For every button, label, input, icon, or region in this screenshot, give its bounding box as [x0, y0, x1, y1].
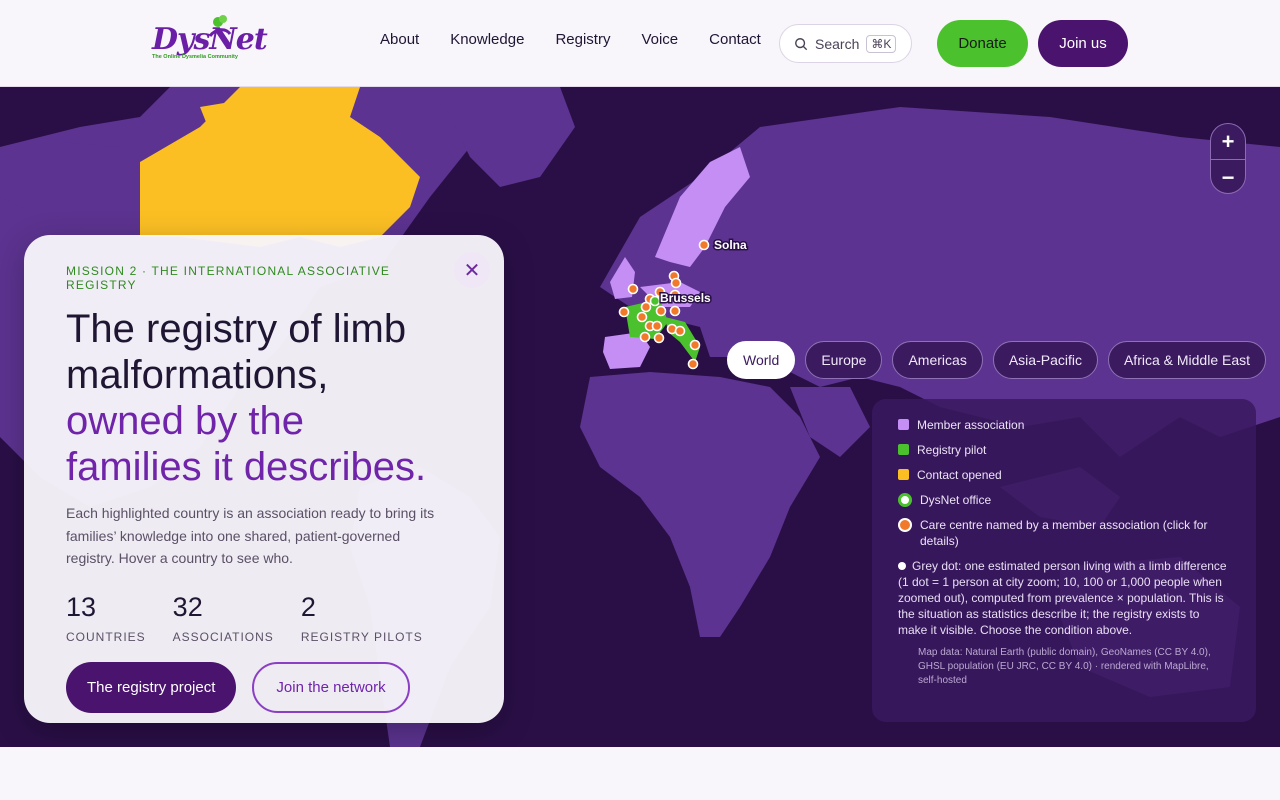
care-centre-swatch: [898, 518, 912, 532]
title-accent-line: families it describes.: [66, 445, 427, 489]
legend-item-office: DysNet office: [898, 492, 1230, 508]
city-label-brussels: Brussels: [660, 291, 711, 305]
member-swatch: [898, 419, 909, 430]
legend-label: DysNet office: [920, 493, 992, 507]
grey-dot-text: Grey dot: one estimated person living wi…: [898, 559, 1227, 637]
nav-knowledge[interactable]: Knowledge: [450, 31, 524, 48]
zoom-in-button[interactable]: +: [1211, 124, 1245, 159]
grey-dot-note: Grey dot: one estimated person living wi…: [898, 558, 1230, 638]
stat-countries: 13 COUNTRIES: [66, 592, 146, 644]
stat-value: 13: [66, 591, 97, 622]
page-below-fold: [0, 747, 1280, 800]
dysnet-logo[interactable]: DysNet The Online Dysmelia Community: [150, 14, 268, 72]
legend-label: Member association: [917, 418, 1025, 432]
legend-item-care-centre: Care centre named by a member associatio…: [898, 517, 1230, 549]
care-centre-marker: [653, 332, 665, 344]
main-nav: About Knowledge Registry Voice Contact: [380, 31, 792, 48]
logo-text: DysNet: [152, 22, 268, 57]
donate-button[interactable]: Donate: [937, 20, 1028, 67]
care-centre-marker: [655, 305, 667, 317]
pilot-swatch: [898, 444, 909, 455]
care-centre-marker: [669, 305, 681, 317]
join-us-button[interactable]: Join us: [1038, 20, 1128, 67]
tab-europe[interactable]: Europe: [805, 341, 883, 379]
care-centre-marker: [689, 339, 701, 351]
stat-label: ASSOCIATIONS: [172, 629, 274, 644]
title-line: malformations,: [66, 353, 329, 397]
stat-registry-pilots: 2 REGISTRY PILOTS: [301, 592, 423, 644]
care-centre-marker: [636, 311, 648, 323]
tab-asia-pacific[interactable]: Asia-Pacific: [992, 341, 1098, 379]
care-centre-marker: [687, 358, 699, 370]
tab-world[interactable]: World: [727, 341, 796, 379]
join-network-button[interactable]: Join the network: [252, 661, 410, 713]
zoom-out-button[interactable]: −: [1211, 160, 1245, 195]
legend-item-contact: Contact opened: [898, 467, 1230, 483]
stat-label: COUNTRIES: [66, 629, 146, 644]
search-icon: [795, 37, 808, 50]
care-centre-marker: [651, 320, 663, 332]
legend-item-member: Member association: [898, 417, 1230, 433]
map-legend: Member association Registry pilot Contac…: [872, 399, 1256, 722]
registry-project-button[interactable]: The registry project: [66, 661, 237, 713]
card-title: The registry of limb malformations, owne…: [66, 306, 462, 490]
stats-row: 13 COUNTRIES 32 ASSOCIATIONS 2 REGISTRY …: [66, 592, 462, 644]
title-accent-line: owned by the: [66, 399, 304, 443]
dysnet-office-marker: [649, 295, 661, 307]
tab-africa-middle-east[interactable]: Africa & Middle East: [1107, 341, 1267, 379]
stat-label: REGISTRY PILOTS: [300, 629, 423, 644]
region-tabs: World Europe Americas Asia-Pacific Afric…: [727, 341, 1276, 379]
nav-about[interactable]: About: [380, 31, 419, 48]
site-header: DysNet The Online Dysmelia Community Abo…: [0, 0, 1280, 87]
card-description: Each highlighted country is an associati…: [66, 505, 435, 566]
logo-tagline: The Online Dysmelia Community: [152, 54, 238, 60]
zoom-controls: + −: [1210, 123, 1246, 194]
nav-contact[interactable]: Contact: [709, 31, 761, 48]
nav-registry[interactable]: Registry: [555, 31, 610, 48]
office-swatch: [898, 493, 912, 507]
care-centre-marker: [639, 331, 651, 343]
tab-americas[interactable]: Americas: [892, 341, 983, 379]
care-centre-marker: [670, 277, 682, 289]
grey-dot-icon: [898, 562, 906, 570]
care-centre-marker: [640, 301, 652, 313]
card-eyebrow: MISSION 2 · THE INTERNATIONAL ASSOCIATIV…: [66, 264, 391, 292]
registry-card: MISSION 2 · THE INTERNATIONAL ASSOCIATIV…: [24, 235, 504, 723]
stat-associations: 32 ASSOCIATIONS: [173, 592, 274, 644]
map-attribution: Map data: Natural Earth (public domain),…: [918, 647, 1211, 686]
stat-value: 32: [172, 591, 203, 622]
search-button[interactable]: Search ⌘K: [779, 24, 912, 63]
care-centre-marker: [674, 325, 686, 337]
legend-label: Contact opened: [917, 468, 1002, 482]
card-actions: The registry project Join the network: [66, 661, 462, 713]
care-centre-marker: [627, 283, 639, 295]
legend-label: Registry pilot: [917, 443, 987, 457]
contact-swatch: [898, 469, 909, 480]
care-centre-marker: [698, 239, 710, 251]
nav-voice[interactable]: Voice: [641, 31, 678, 48]
care-centre-marker: [618, 306, 630, 318]
close-button[interactable]: ✕: [454, 252, 490, 288]
stat-value: 2: [300, 591, 316, 622]
city-label-solna: Solna: [714, 238, 747, 252]
title-line: The registry of limb: [66, 307, 407, 351]
legend-item-pilot: Registry pilot: [898, 442, 1230, 458]
search-label: Search: [815, 35, 860, 52]
legend-label: Care centre named by a member associatio…: [920, 518, 1208, 548]
search-shortcut: ⌘K: [866, 34, 897, 53]
